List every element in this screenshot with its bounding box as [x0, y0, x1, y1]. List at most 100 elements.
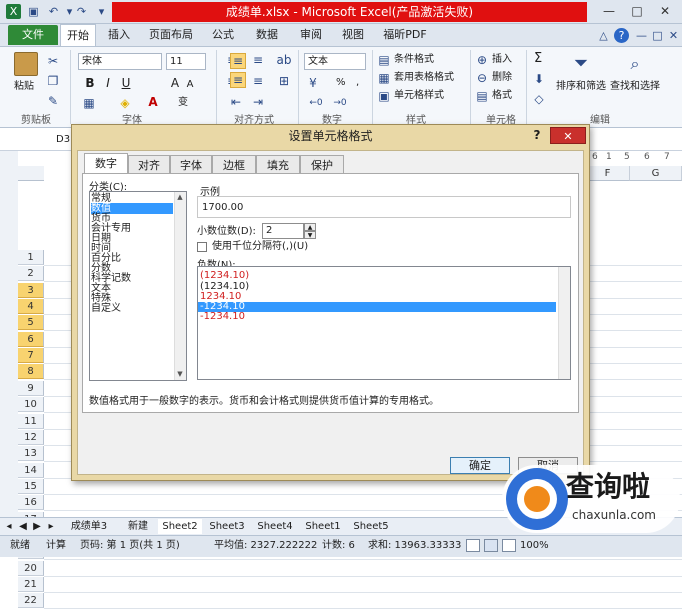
close-window-button[interactable]: ✕ — [652, 2, 678, 20]
sheet-tab-sheet5[interactable]: Sheet5 — [348, 519, 394, 534]
sort-filter-button[interactable]: 排序和筛选 — [556, 80, 606, 94]
undo-icon[interactable]: ↶ — [46, 4, 61, 19]
tab-fill[interactable]: 填充 — [256, 155, 300, 174]
copy-icon[interactable]: ❐ — [46, 74, 60, 88]
row-header[interactable]: 9 — [18, 381, 44, 396]
border-icon[interactable]: ▦ — [82, 96, 96, 110]
insert-cells-button[interactable]: 插入 — [492, 53, 512, 67]
row-header[interactable]: 11 — [18, 414, 44, 429]
row-header[interactable]: 5 — [18, 315, 44, 330]
row-header[interactable]: 21 — [18, 577, 44, 592]
row-header[interactable]: 1 — [18, 250, 44, 265]
bold-button[interactable]: B — [84, 76, 96, 90]
sheet-tab-new[interactable]: 新建 — [120, 519, 156, 534]
sheet-tab-sheet2[interactable]: Sheet2 — [158, 519, 202, 534]
negative-option-red-minus[interactable]: -1234.10 — [198, 312, 556, 322]
currency-icon[interactable]: ¥ — [306, 76, 320, 90]
paste-icon[interactable] — [14, 52, 38, 76]
normal-view-icon[interactable] — [466, 539, 480, 552]
percent-button[interactable]: % — [336, 76, 346, 90]
sheet-tab-sheet4[interactable]: Sheet4 — [252, 519, 298, 534]
tab-protection[interactable]: 保护 — [300, 155, 344, 174]
cell-styles-icon[interactable]: ▣ — [378, 89, 390, 103]
delete-cells-icon[interactable]: ⊖ — [476, 71, 488, 85]
font-name-combo[interactable]: 宋体 — [78, 53, 162, 70]
format-cells-button[interactable]: 格式 — [492, 89, 512, 103]
sheet-tab-sheet3[interactable]: Sheet3 — [204, 519, 250, 534]
zoom-level[interactable]: 100% — [520, 535, 549, 557]
negative-list-scrollbar[interactable] — [558, 267, 570, 379]
row-header[interactable]: 2 — [18, 266, 44, 281]
row-header[interactable]: 15 — [18, 479, 44, 494]
fill-color-icon[interactable]: ◈ — [118, 96, 132, 110]
decimal-places-input[interactable]: 2 — [262, 223, 304, 239]
prev-sheet-icon[interactable]: ◀ — [18, 519, 28, 534]
ok-button[interactable]: 确定 — [450, 457, 510, 474]
underline-button[interactable]: U — [120, 76, 132, 90]
find-select-button[interactable]: 查找和选择 — [610, 80, 660, 94]
row-header[interactable]: 22 — [18, 593, 44, 608]
redo-icon[interactable]: ↷ — [74, 4, 89, 19]
insert-cells-icon[interactable]: ⊕ — [476, 53, 488, 67]
decrease-font-icon[interactable]: A — [184, 78, 196, 92]
row-header[interactable]: 7 — [18, 348, 44, 363]
format-painter-icon[interactable]: ✎ — [46, 94, 60, 108]
decimal-up-icon[interactable]: ▲ — [304, 223, 316, 231]
align-center-icon[interactable]: ≡ — [230, 72, 246, 88]
format-cells-icon[interactable]: ▤ — [476, 89, 488, 103]
save-icon[interactable]: ▣ — [26, 4, 41, 19]
tab-number[interactable]: 数字 — [84, 153, 128, 174]
status-calc[interactable]: 计算 — [46, 535, 66, 557]
row-header[interactable]: 3 — [18, 283, 44, 298]
sheet-tab-sheet1[interactable]: Sheet1 — [300, 519, 346, 534]
format-as-table-icon[interactable]: ▦ — [378, 71, 390, 85]
tab-insert[interactable]: 插入 — [102, 24, 136, 46]
align-middle-icon[interactable]: ≡ — [230, 53, 246, 69]
ribbon-minimize-icon[interactable]: △ — [596, 28, 611, 43]
cell-styles-button[interactable]: 单元格样式 — [394, 89, 444, 103]
decrease-decimal-icon[interactable]: →0 — [332, 96, 348, 110]
tab-data[interactable]: 数据 — [250, 24, 284, 46]
column-header-f[interactable]: F — [586, 166, 630, 181]
doc-restore-icon[interactable]: □ — [650, 28, 665, 43]
fill-icon[interactable]: ⬇ — [532, 72, 546, 86]
merge-center-icon[interactable]: ⊞ — [276, 74, 292, 88]
scroll-up-icon[interactable]: ▲ — [175, 193, 185, 202]
negative-option-minus-selected[interactable]: -1234.10 — [198, 302, 556, 312]
doc-close-icon[interactable]: ✕ — [666, 28, 681, 43]
tab-border[interactable]: 边框 — [212, 155, 256, 174]
help-icon[interactable]: ? — [614, 28, 629, 43]
column-header-g[interactable]: G — [630, 166, 682, 181]
next-sheet-icon[interactable]: ▶ — [32, 519, 42, 534]
decimal-down-icon[interactable]: ▼ — [304, 231, 316, 239]
row-header[interactable]: 14 — [18, 463, 44, 478]
align-bottom-icon[interactable]: ≡ — [250, 53, 266, 67]
tab-view[interactable]: 视图 — [336, 24, 370, 46]
minimize-button[interactable]: — — [596, 2, 622, 20]
orientation-icon[interactable]: ab — [276, 53, 292, 67]
maximize-button[interactable]: □ — [624, 2, 650, 20]
dialog-close-button[interactable]: ✕ — [550, 127, 586, 144]
category-scrollbar[interactable] — [174, 192, 186, 380]
sort-filter-icon[interactable]: ⏷ — [570, 53, 592, 75]
paste-button[interactable]: 粘贴 — [14, 80, 34, 94]
row-header[interactable]: 6 — [18, 332, 44, 347]
phonetic-button[interactable]: 变 — [178, 96, 188, 110]
autosum-button[interactable]: Σ — [534, 52, 542, 66]
cut-icon[interactable]: ✂ — [46, 54, 60, 68]
negative-option-paren[interactable]: (1234.10) — [198, 282, 556, 292]
font-color-icon[interactable]: A — [146, 95, 160, 109]
doc-minimize-icon[interactable]: — — [634, 28, 649, 43]
clear-icon[interactable]: ◇ — [532, 92, 546, 106]
negative-option-red[interactable]: 1234.10 — [198, 292, 556, 302]
tab-formulas[interactable]: 公式 — [206, 24, 240, 46]
find-select-icon[interactable]: ⌕ — [624, 53, 646, 75]
format-as-table-button[interactable]: 套用表格格式 — [394, 71, 454, 85]
page-layout-view-icon[interactable] — [484, 539, 498, 552]
first-sheet-icon[interactable]: ◂ — [4, 519, 14, 534]
increase-font-icon[interactable]: A — [168, 76, 182, 90]
negative-option-red-paren[interactable]: (1234.10) — [198, 271, 556, 281]
number-format-combo[interactable]: 文本 — [304, 53, 366, 70]
select-all-corner[interactable] — [18, 166, 44, 181]
row-header[interactable]: 8 — [18, 364, 44, 379]
